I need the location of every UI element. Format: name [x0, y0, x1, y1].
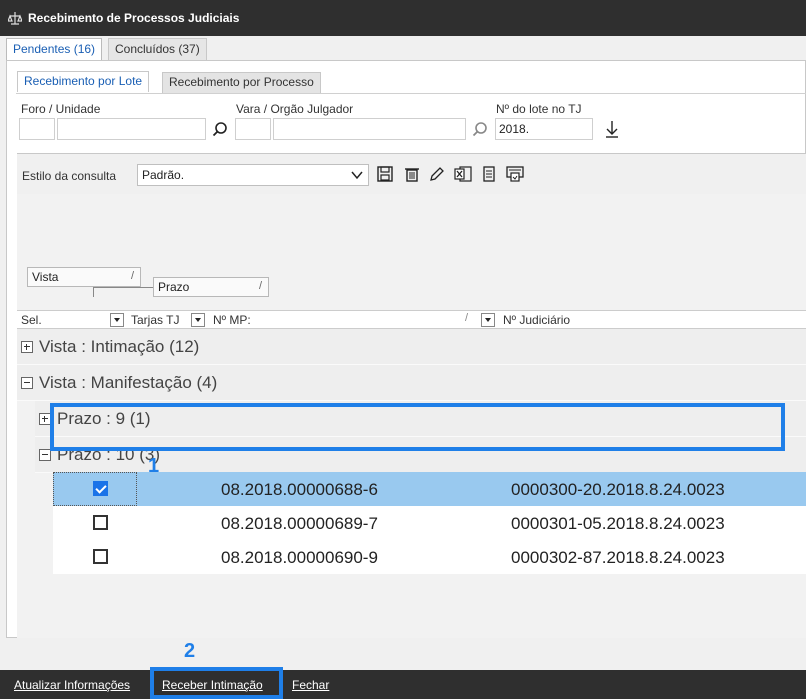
- foro-code-field[interactable]: [19, 118, 55, 140]
- tab-concluidos[interactable]: Concluídos (37): [108, 38, 207, 60]
- save-icon[interactable]: [377, 166, 395, 184]
- cell-judiciario: 0000301-05.2018.8.24.0023: [511, 514, 725, 533]
- consulta-label: Estilo da consulta: [22, 169, 117, 183]
- document-icon[interactable]: [481, 166, 499, 184]
- row-checkbox[interactable]: [93, 515, 108, 530]
- group-by-prazo-label: Prazo: [158, 280, 190, 294]
- row-checkbox[interactable]: [93, 481, 108, 496]
- results-grid-area: Estilo da consulta Padrão. Vista / Prazo…: [17, 153, 806, 638]
- collapse-minus-icon[interactable]: [21, 377, 33, 389]
- bottom-action-bar: Atualizar Informações Receber Intimação …: [0, 670, 806, 699]
- filter-dropdown-icon[interactable]: [191, 313, 205, 327]
- pencil-icon[interactable]: [429, 166, 447, 184]
- vara-code-field[interactable]: [235, 118, 271, 140]
- expand-plus-icon[interactable]: [21, 341, 33, 353]
- lote-label: Nº do lote no TJ: [496, 102, 582, 116]
- group-connector: [93, 287, 94, 297]
- annotation-step-1: 1: [148, 455, 160, 477]
- outer-tab-strip: Pendentes (16) Concluídos (37): [0, 36, 806, 61]
- tab-recebimento-lote[interactable]: Recebimento por Lote: [17, 71, 150, 92]
- excel-export-icon[interactable]: [454, 166, 472, 184]
- vara-label: Vara / Orgão Julgador: [236, 102, 354, 116]
- cell-mp: 08.2018.00000690-9: [221, 548, 378, 567]
- filter-dropdown-icon[interactable]: [481, 313, 495, 327]
- fechar-button[interactable]: Fechar: [292, 678, 329, 692]
- search-icon[interactable]: [212, 121, 230, 139]
- lote-field[interactable]: 2018.: [495, 118, 593, 140]
- row-checkbox[interactable]: [93, 549, 108, 564]
- group-connector: [93, 287, 153, 288]
- tab-pendentes[interactable]: Pendentes (16): [6, 38, 103, 61]
- foro-name-field[interactable]: [57, 118, 206, 140]
- consulta-select[interactable]: Padrão.: [137, 164, 369, 186]
- col-sel[interactable]: Sel.: [21, 313, 42, 327]
- col-mp[interactable]: Nº MP:: [213, 313, 251, 327]
- group-label: Vista : Intimação (12): [39, 337, 200, 356]
- tab-recebimento-processo[interactable]: Recebimento por Processo: [162, 72, 321, 93]
- window-title: Recebimento de Processos Judiciais: [28, 11, 240, 25]
- filter-area: Foro / Unidade Vara / Orgão Julgador Nº …: [16, 93, 806, 153]
- vara-name-field[interactable]: [273, 118, 466, 140]
- pendentes-panel: Recebimento por Lote Recebimento por Pro…: [6, 60, 806, 638]
- table-row[interactable]: 08.2018.00000689-7 0000301-05.2018.8.24.…: [53, 506, 806, 540]
- trash-icon[interactable]: [404, 166, 422, 184]
- search-icon[interactable]: [472, 121, 490, 139]
- sort-indicator: /: [130, 270, 134, 282]
- col-tarjas[interactable]: Tarjas TJ: [131, 313, 179, 327]
- button-highlight-annotation: [150, 667, 283, 699]
- table-row[interactable]: 08.2018.00000690-9 0000302-87.2018.8.24.…: [53, 540, 806, 574]
- download-arrow-icon[interactable]: [604, 120, 622, 138]
- filter-dropdown-icon[interactable]: [110, 313, 124, 327]
- annotation-step-2: 2: [184, 640, 196, 662]
- grid-empty-space: [17, 574, 806, 638]
- title-bar: Recebimento de Processos Judiciais: [0, 0, 806, 36]
- foro-label: Foro / Unidade: [21, 102, 101, 116]
- cell-mp: 08.2018.00000689-7: [221, 514, 378, 533]
- group-row-vista-manifestacao[interactable]: Vista : Manifestação (4): [17, 365, 806, 401]
- col-judiciario[interactable]: Nº Judiciário: [503, 313, 570, 327]
- table-row[interactable]: 08.2018.00000688-6 0000300-20.2018.8.24.…: [53, 472, 806, 506]
- group-by-vista[interactable]: Vista /: [27, 267, 141, 287]
- row-highlight-annotation: [50, 403, 785, 451]
- cell-mp: 08.2018.00000688-6: [221, 480, 378, 499]
- group-by-vista-label: Vista: [32, 270, 59, 284]
- consulta-toolbar: Estilo da consulta Padrão.: [17, 154, 806, 194]
- sort-indicator: /: [465, 312, 469, 324]
- group-by-prazo[interactable]: Prazo /: [153, 277, 269, 297]
- consulta-select-value: Padrão.: [142, 168, 185, 182]
- grid-column-header: Sel. Tarjas TJ Nº MP: / Nº Judiciário: [17, 310, 806, 329]
- print-layout-icon[interactable]: [506, 166, 524, 184]
- sort-indicator: /: [258, 280, 262, 292]
- chevron-down-icon: [350, 168, 364, 185]
- scales-icon: [7, 11, 23, 25]
- group-row-vista-intimacao[interactable]: Vista : Intimação (12): [17, 329, 806, 365]
- group-label: Vista : Manifestação (4): [39, 373, 218, 392]
- cell-judiciario: 0000302-87.2018.8.24.0023: [511, 548, 725, 567]
- atualizar-button[interactable]: Atualizar Informações: [14, 678, 130, 692]
- cell-judiciario: 0000300-20.2018.8.24.0023: [511, 480, 725, 499]
